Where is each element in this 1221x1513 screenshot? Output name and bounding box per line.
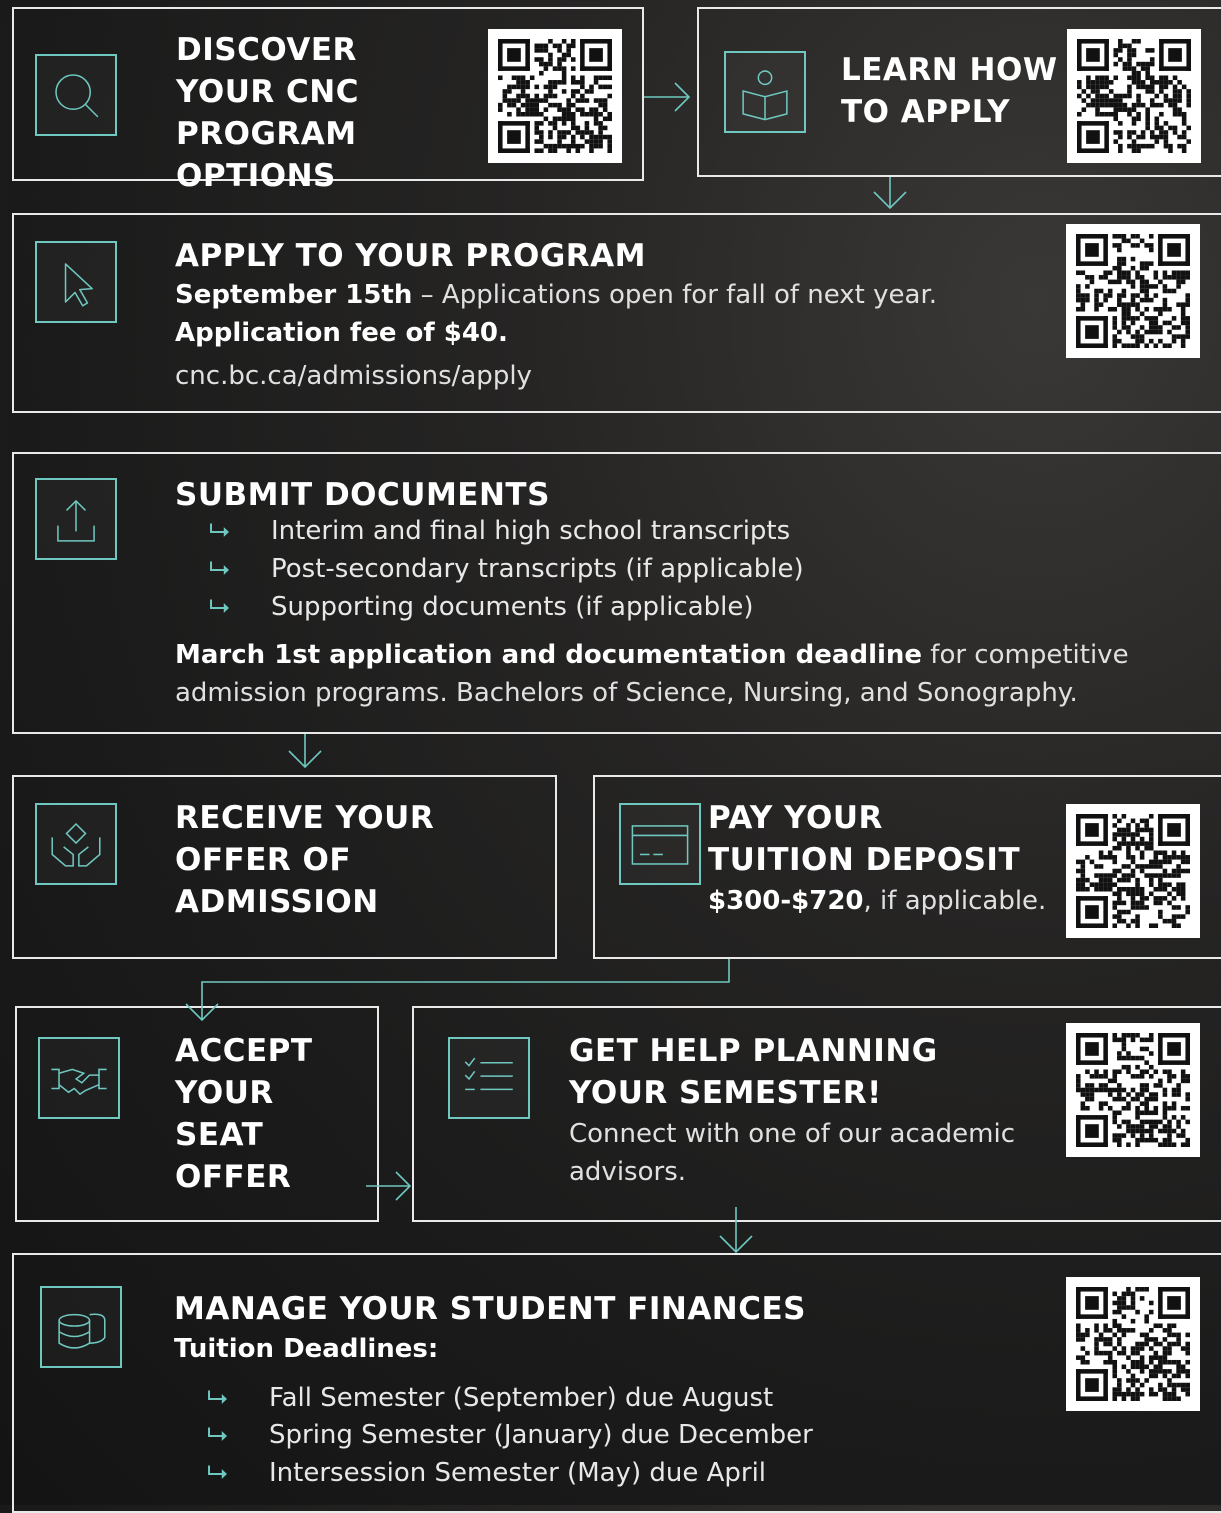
apply-date-rest: – Applications open for fall of next yea…: [412, 280, 938, 310]
hands-diamond-icon: [35, 803, 117, 885]
step-accept: ACCEPT YOUR SEAT OFFER: [15, 1006, 379, 1222]
finances-subtitle-text: Tuition Deadlines:: [174, 1334, 439, 1364]
qr-code-learn[interactable]: [1067, 29, 1201, 163]
return-arrow-icon: ⮡: [209, 516, 230, 546]
finances-subtitle: Tuition Deadlines:: [174, 1330, 438, 1368]
deadline-rest: for competitive: [922, 640, 1129, 670]
cursor-icon: [35, 241, 117, 323]
step-pay: PAY YOUR TUITION DEPOSIT $300-$720, if a…: [593, 775, 1221, 959]
search-icon: [35, 54, 117, 136]
qr-code-apply[interactable]: [1066, 224, 1200, 358]
return-arrow-icon: ⮡: [207, 1458, 228, 1488]
step-title: LEARN HOW TO APPLY: [841, 52, 1058, 130]
list-item: ⮡ Post-secondary transcripts (if applicab…: [209, 550, 804, 588]
list-item: ⮡ Interim and final high school transcrip…: [209, 512, 790, 550]
step-title: RECEIVE YOUR OFFER OF ADMISSION: [175, 800, 435, 920]
step-receive: RECEIVE YOUR OFFER OF ADMISSION: [12, 775, 557, 959]
return-arrow-icon: ⮡: [207, 1383, 228, 1413]
list-item-text: Post-secondary transcripts (if applicabl…: [271, 554, 804, 584]
list-item-text: Supporting documents (if applicable): [271, 592, 754, 622]
step-learn: LEARN HOW TO APPLY: [697, 7, 1221, 177]
return-arrow-icon: ⮡: [209, 554, 230, 584]
return-arrow-icon: ⮡: [209, 592, 230, 622]
qr-code-pay[interactable]: [1066, 804, 1200, 938]
step-title: SUBMIT DOCUMENTS: [175, 477, 550, 513]
pay-amount: $300-$720, if applicable.: [708, 882, 1046, 920]
qr-code-pattern: [498, 39, 612, 153]
step-title: ACCEPT YOUR SEAT OFFER: [175, 1033, 313, 1195]
connector-arrow: [288, 734, 322, 769]
handshake-icon: [38, 1037, 120, 1119]
step-submit: SUBMIT DOCUMENTS ⮡ Interim and final high…: [12, 452, 1221, 734]
pay-amount-rest: , if applicable.: [863, 886, 1047, 916]
list-item: ⮡ Fall Semester (September) due August: [207, 1379, 773, 1417]
apply-url[interactable]: cnc.bc.ca/admissions/apply: [175, 357, 532, 395]
qr-code-pattern: [1076, 1033, 1190, 1147]
list-item: ⮡ Intersession Semester (May) due April: [207, 1454, 766, 1492]
step-title: APPLY TO YOUR PROGRAM: [175, 238, 647, 274]
list-item-text: Spring Semester (January) due December: [269, 1420, 813, 1450]
qr-code-help[interactable]: [1066, 1023, 1200, 1157]
connector-arrow: [644, 82, 691, 112]
coins-icon: [40, 1286, 122, 1368]
qr-code-pattern: [1076, 234, 1190, 348]
list-item-text: Fall Semester (September) due August: [269, 1383, 774, 1413]
list-item-text: Interim and final high school transcript…: [271, 516, 791, 546]
submit-deadline: March 1st application and documentation …: [175, 636, 1129, 674]
step-title: GET HELP PLANNING YOUR SEMESTER!: [569, 1033, 938, 1111]
return-arrow-icon: ⮡: [207, 1420, 228, 1450]
list-item-text: Intersession Semester (May) due April: [269, 1458, 767, 1488]
step-finances: MANAGE YOUR STUDENT FINANCES Tuition Dea…: [12, 1253, 1221, 1513]
checklist-icon: [448, 1037, 530, 1119]
book-reader-icon: [724, 51, 806, 133]
help-text: Connect with one of our academic advisor…: [569, 1119, 1016, 1187]
pay-amount-bold: $300-$720: [708, 886, 864, 916]
credit-card-icon: [619, 803, 701, 885]
submit-deadline-line2: admission programs. Bachelors of Science…: [175, 678, 1078, 708]
step-discover: DISCOVER YOUR CNC PROGRAM OPTIONS: [12, 7, 644, 194]
upload-icon: [35, 478, 117, 560]
list-item: ⮡ Spring Semester (January) due December: [207, 1416, 813, 1454]
qr-code-pattern: [1076, 814, 1190, 928]
list-item: ⮡ Supporting documents (if applicable): [209, 588, 754, 626]
qr-code-discover[interactable]: [488, 29, 622, 163]
step-apply: APPLY TO YOUR PROGRAM September 15th – A…: [12, 213, 1221, 413]
step-title: MANAGE YOUR STUDENT FINANCES: [174, 1291, 807, 1327]
step-title: PAY YOUR TUITION DEPOSIT: [708, 800, 1021, 878]
apply-date: September 15th – Applications open for f…: [175, 276, 937, 314]
apply-fee-text: Application fee of $40.: [175, 318, 508, 348]
apply-date-bold: September 15th: [175, 280, 413, 310]
apply-fee: Application fee of $40.: [175, 314, 508, 352]
step-help: GET HELP PLANNING YOUR SEMESTER! Connect…: [412, 1006, 1221, 1222]
qr-code-pattern: [1077, 39, 1191, 153]
step-title: DISCOVER YOUR CNC PROGRAM OPTIONS: [176, 32, 359, 194]
qr-code-pattern: [1076, 1287, 1190, 1401]
qr-code-finances[interactable]: [1066, 1277, 1200, 1411]
deadline-bold: March 1st application and documentation …: [175, 640, 923, 670]
connector-arrow: [873, 177, 907, 210]
